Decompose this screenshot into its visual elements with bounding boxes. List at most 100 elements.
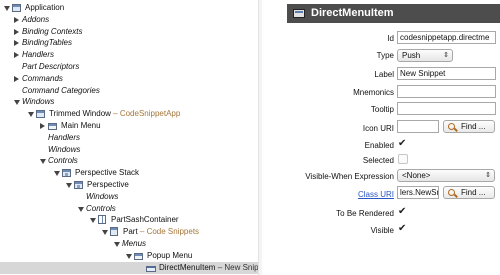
tree-node[interactable]: Perspective	[0, 179, 262, 191]
label-field[interactable]: New Snippet	[397, 67, 496, 80]
tree-node-text: Popup Menu	[147, 250, 193, 260]
tree-node-text: Command Categories	[22, 85, 100, 95]
visible-when-dropdown[interactable]: <None> ⇕	[397, 169, 495, 182]
perspective-icon	[74, 181, 83, 189]
tree-expanded-arrow-icon[interactable]	[66, 183, 72, 188]
detail-title: DirectMenuItem	[311, 7, 394, 19]
tree-node[interactable]: Part – Code Snippets	[0, 226, 262, 238]
tree-node[interactable]: Command Categories	[0, 85, 262, 97]
tree-node[interactable]: Binding Contexts	[0, 26, 262, 38]
tree-node-label: Commands	[22, 73, 63, 85]
icon-uri-label: Icon URI	[362, 124, 394, 133]
tree-node[interactable]: Controls	[0, 155, 262, 167]
tree-node[interactable]: PartSashContainer	[0, 214, 262, 226]
tree-scrollbar[interactable]	[258, 0, 262, 275]
tree-collapsed-arrow-icon[interactable]	[40, 123, 45, 129]
tree-expanded-arrow-icon[interactable]	[4, 6, 10, 11]
tree-expanded-arrow-icon[interactable]	[14, 100, 20, 106]
enabled-label: Enabled	[364, 141, 394, 150]
tree-node-label: Controls	[86, 203, 116, 215]
tree-node[interactable]: Popup Menu	[0, 250, 262, 262]
tree-collapsed-arrow-icon[interactable]	[14, 16, 19, 23]
tree-collapsed-arrow-icon[interactable]	[14, 75, 19, 82]
tree-node[interactable]: Windows	[0, 96, 262, 108]
tree-node-label: Menus	[122, 238, 146, 250]
tree-node[interactable]: Commands	[0, 73, 262, 85]
tree-node-label: Windows	[86, 191, 118, 203]
tree-node[interactable]: DirectMenuItem – New Snippet	[0, 261, 262, 274]
tree-expanded-arrow-icon[interactable]	[114, 242, 120, 247]
tree-node-label: DirectMenuItem – New Snippet	[159, 262, 262, 274]
icon-uri-field[interactable]	[397, 120, 439, 133]
tree-node-label: Part Descriptors	[22, 61, 79, 73]
tree-node[interactable]: Trimmed Window – CodeSnippetApp	[0, 108, 262, 120]
tree-node[interactable]: Perspective Stack	[0, 167, 262, 179]
tree-expanded-arrow-icon[interactable]	[126, 253, 132, 259]
tree-node-text: Addons	[22, 14, 50, 24]
tree-expanded-arrow-icon[interactable]	[54, 171, 60, 177]
dropdown-chevron-icon: ⇕	[485, 172, 491, 179]
tree-collapsed-arrow-icon[interactable]	[14, 40, 19, 47]
class-uri-find-button[interactable]: Find ...	[443, 186, 495, 199]
mnemonics-label: Mnemonics	[353, 88, 394, 97]
window-icon	[36, 110, 45, 119]
visible-checkbox[interactable]: ✔	[398, 224, 408, 234]
id-label: Id	[387, 34, 394, 43]
tree-node[interactable]: BindingTables	[0, 37, 262, 49]
tree-node[interactable]: Addons	[0, 14, 262, 26]
tree-node[interactable]: Windows	[0, 191, 262, 203]
icon-uri-find-button[interactable]: Find ...	[443, 120, 495, 133]
sash-container-icon	[98, 215, 106, 225]
id-field[interactable]: codesnippetapp.directme	[397, 31, 496, 44]
menu-item-icon	[146, 265, 156, 272]
class-uri-link[interactable]: Class URI	[358, 190, 394, 199]
detail-panel: DirectMenuItem Id codesnippetapp.directm…	[263, 0, 500, 275]
tree-node-label: Popup Menu	[147, 250, 192, 262]
tree-node-text: Perspective Stack	[75, 168, 140, 178]
model-tree: Application Addons Binding Contexts Binding…	[0, 0, 262, 275]
type-dropdown[interactable]: Push ⇕	[397, 49, 453, 62]
tree-node[interactable]: Windows	[0, 144, 262, 156]
mnemonics-field[interactable]	[397, 85, 496, 98]
tooltip-field[interactable]	[397, 102, 496, 115]
tree-node-text: Part Descriptors	[22, 62, 80, 71]
tree-node[interactable]: Menus	[0, 238, 262, 250]
tree-expanded-arrow-icon[interactable]	[102, 230, 108, 236]
tree-expanded-arrow-icon[interactable]	[40, 159, 46, 165]
tree-node-label: PartSashContainer	[111, 214, 179, 226]
tree-node-text: Menus	[122, 239, 147, 248]
tree-node-text: Perspective	[87, 180, 129, 189]
selected-checkbox[interactable]	[398, 154, 408, 164]
direct-menu-item-icon	[293, 9, 305, 18]
tree-node-label: Perspective Stack	[75, 167, 139, 179]
tree-node-label: Binding Contexts	[22, 26, 82, 38]
tree-node-label: Handlers	[48, 132, 80, 144]
magnifier-icon	[448, 189, 455, 196]
tree-expanded-arrow-icon[interactable]	[90, 218, 96, 224]
tree-collapsed-arrow-icon[interactable]	[14, 28, 19, 35]
tree-node[interactable]: Controls	[0, 203, 262, 215]
tree-node-text: Main Menu	[61, 121, 101, 130]
tree-node[interactable]: Part Descriptors	[0, 61, 262, 73]
tree-node-text: Handlers	[48, 132, 81, 142]
tree-node-text: PartSashContainer	[111, 215, 179, 225]
tree-node[interactable]: Handlers	[0, 132, 262, 144]
tree-node-text: DirectMenuItem	[159, 262, 216, 272]
class-uri-field[interactable]: lers.NewSr	[397, 186, 439, 199]
tree-node-text: BindingTables	[22, 38, 72, 48]
application-icon	[12, 4, 21, 12]
tree-node-label: Handlers	[22, 49, 54, 61]
to-be-rendered-checkbox[interactable]: ✔	[398, 207, 408, 217]
tree-node-text: Binding Contexts	[22, 26, 83, 36]
type-label: Type	[376, 51, 394, 60]
tree-expanded-arrow-icon[interactable]	[28, 112, 34, 118]
tree-node[interactable]: Application	[0, 2, 262, 14]
tree-expanded-arrow-icon[interactable]	[78, 206, 84, 212]
to-be-rendered-label: To Be Rendered	[336, 209, 394, 218]
enabled-checkbox[interactable]: ✔	[398, 139, 408, 149]
tree-node[interactable]: Main Menu	[0, 120, 262, 132]
tree-node[interactable]: Handlers	[0, 49, 262, 61]
tree-node-text: Application	[25, 3, 65, 12]
tree-node-label: Part – Code Snippets	[123, 226, 199, 238]
tree-collapsed-arrow-icon[interactable]	[14, 52, 19, 59]
